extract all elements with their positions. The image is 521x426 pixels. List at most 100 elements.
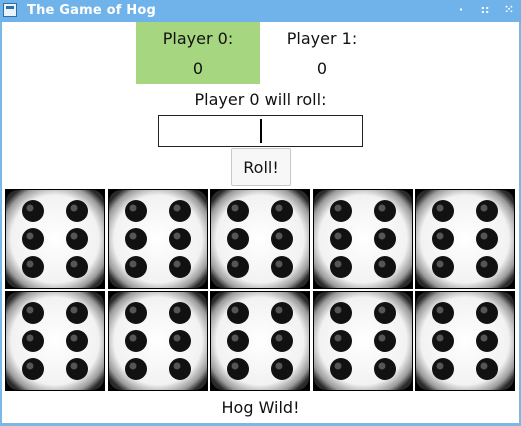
die-pip xyxy=(168,228,191,250)
die-pip-highlight xyxy=(378,260,385,268)
die-body xyxy=(6,190,104,288)
die-pip-highlight xyxy=(26,306,34,314)
die-pip xyxy=(124,228,147,250)
die-face-6 xyxy=(108,292,207,390)
die-pip-highlight xyxy=(129,362,136,370)
die-pip xyxy=(432,358,454,380)
die-face-6 xyxy=(108,190,207,288)
die-bottom-5 xyxy=(415,291,515,391)
die-pip-highlight xyxy=(334,306,341,314)
die-pip-highlight xyxy=(275,334,283,342)
die-pip-highlight xyxy=(70,204,78,212)
die-pip xyxy=(22,358,44,380)
die-pip-highlight xyxy=(231,334,239,342)
die-pip-highlight xyxy=(436,260,444,268)
die-pip xyxy=(124,200,147,222)
die-pip-highlight xyxy=(129,334,136,342)
status-message: Hog Wild! xyxy=(221,398,300,417)
die-pip-highlight xyxy=(480,204,488,212)
die-pip-highlight xyxy=(173,260,180,268)
die-pip-highlight xyxy=(334,204,341,212)
die-pip-highlight xyxy=(334,260,341,268)
die-pip xyxy=(124,330,147,352)
die-pip xyxy=(476,200,498,222)
die-pip-highlight xyxy=(436,362,444,370)
die-body xyxy=(6,292,104,390)
die-pip xyxy=(66,200,88,222)
die-pip-highlight xyxy=(231,362,239,370)
die-pip xyxy=(66,256,88,278)
die-body xyxy=(108,292,207,390)
die-face-6 xyxy=(416,190,514,288)
die-pip-highlight xyxy=(436,232,444,240)
die-pip xyxy=(124,256,147,278)
die-pip xyxy=(168,358,191,380)
die-pip xyxy=(227,358,249,380)
die-pip-highlight xyxy=(378,306,385,314)
die-pip-highlight xyxy=(275,204,283,212)
die-pip-highlight xyxy=(436,306,444,314)
die-pip xyxy=(373,256,396,278)
player-0-label: Player 0: xyxy=(162,29,234,48)
die-face-6 xyxy=(313,292,412,390)
die-top-5 xyxy=(415,189,515,289)
die-pip xyxy=(66,330,88,352)
player-0-score: 0 xyxy=(192,59,204,78)
die-pip xyxy=(432,256,454,278)
die-pip xyxy=(476,228,498,250)
die-pip xyxy=(22,200,44,222)
die-pip-highlight xyxy=(173,306,180,314)
die-pip-highlight xyxy=(334,362,341,370)
die-face-6 xyxy=(6,190,104,288)
close-icon[interactable]: ⁙ xyxy=(503,2,515,18)
die-pip xyxy=(476,358,498,380)
die-pip-highlight xyxy=(275,260,283,268)
die-pip-highlight xyxy=(436,334,444,342)
minimize-icon[interactable]: · xyxy=(455,2,467,18)
die-pip-highlight xyxy=(436,204,444,212)
window-controls: · :: ⁙ xyxy=(455,2,515,18)
die-pip-highlight xyxy=(26,362,34,370)
die-face-6 xyxy=(6,292,104,390)
die-body xyxy=(313,292,412,390)
die-pip-highlight xyxy=(275,306,283,314)
die-pip xyxy=(271,302,293,324)
die-pip-highlight xyxy=(173,204,180,212)
die-pip-highlight xyxy=(70,306,78,314)
die-pip xyxy=(22,330,44,352)
die-bottom-1 xyxy=(5,291,105,391)
die-face-6 xyxy=(416,292,514,390)
die-top-1 xyxy=(5,189,105,289)
die-pip-highlight xyxy=(275,232,283,240)
die-body xyxy=(313,190,412,288)
die-pip xyxy=(271,200,293,222)
die-pip-highlight xyxy=(275,362,283,370)
die-pip xyxy=(373,358,396,380)
die-pip xyxy=(66,358,88,380)
maximize-icon[interactable]: :: xyxy=(479,2,491,18)
die-pip-highlight xyxy=(129,260,136,268)
die-pip-highlight xyxy=(334,334,341,342)
die-pip xyxy=(329,256,352,278)
die-pip-highlight xyxy=(480,306,488,314)
die-pip-highlight xyxy=(334,232,341,240)
die-pip-highlight xyxy=(378,232,385,240)
title-bar[interactable]: The Game of Hog · :: ⁙ xyxy=(0,0,521,22)
app-icon xyxy=(3,3,17,17)
die-pip-highlight xyxy=(26,204,34,212)
die-body xyxy=(211,292,309,390)
die-pip xyxy=(329,200,352,222)
die-pip-highlight xyxy=(231,306,239,314)
roll-button[interactable]: Roll! xyxy=(231,148,291,186)
die-pip xyxy=(432,200,454,222)
die-pip-highlight xyxy=(480,232,488,240)
die-pip xyxy=(227,228,249,250)
die-pip xyxy=(476,330,498,352)
app-window: The Game of Hog · :: ⁙ Player 0: 0 Playe… xyxy=(0,0,521,426)
die-body xyxy=(416,190,514,288)
die-pip xyxy=(432,330,454,352)
die-bottom-3 xyxy=(210,291,310,391)
die-pip-highlight xyxy=(26,260,34,268)
die-pip xyxy=(373,200,396,222)
die-pip xyxy=(22,228,44,250)
